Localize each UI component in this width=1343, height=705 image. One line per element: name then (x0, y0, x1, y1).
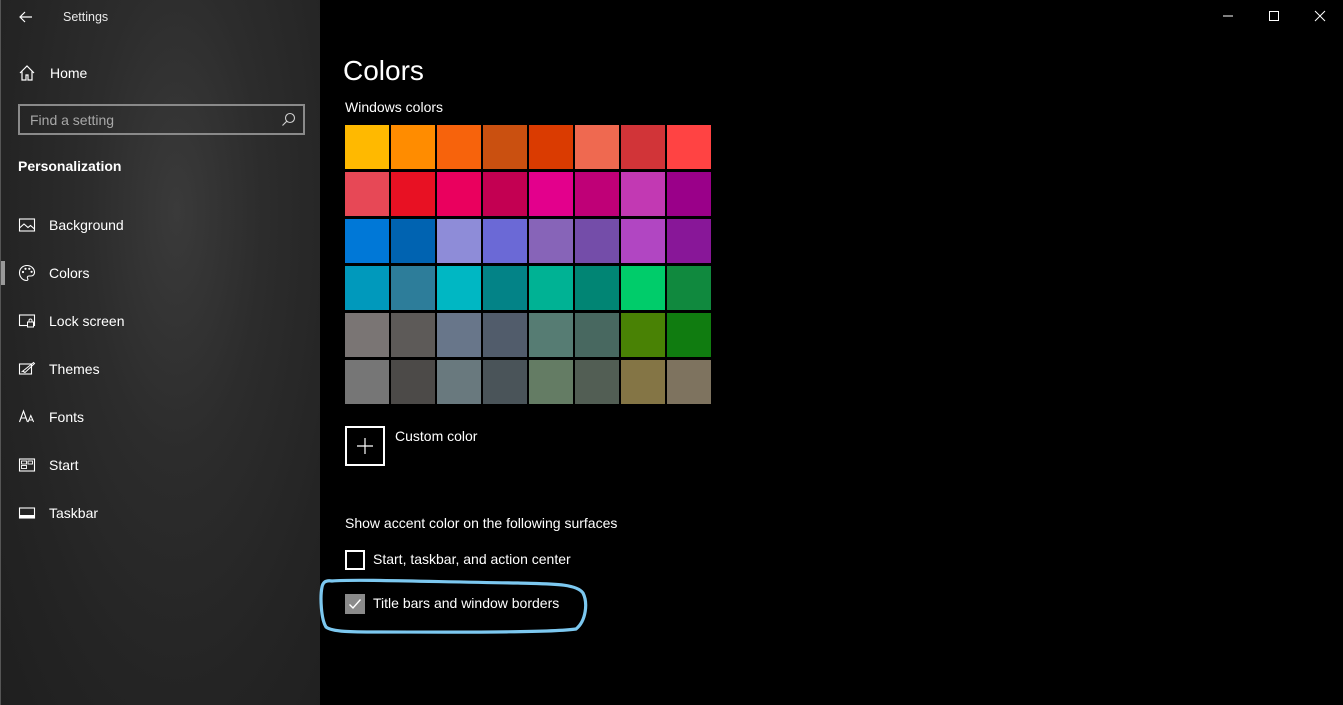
color-swatch[interactable] (667, 313, 711, 357)
sidebar-item-themes[interactable]: Themes (1, 351, 321, 387)
close-button[interactable] (1297, 0, 1343, 32)
custom-color-button[interactable] (345, 426, 385, 466)
sidebar-item-colors[interactable]: Colors (1, 255, 321, 291)
color-swatch[interactable] (483, 172, 527, 216)
color-swatch[interactable] (667, 219, 711, 263)
sidebar-item-start[interactable]: Start (1, 447, 321, 483)
color-swatch[interactable] (621, 172, 665, 216)
color-swatch[interactable] (437, 360, 481, 404)
color-swatch[interactable] (391, 219, 435, 263)
color-swatch[interactable] (391, 172, 435, 216)
palette-icon (18, 264, 36, 282)
maximize-icon (1269, 11, 1279, 21)
color-swatch[interactable] (667, 125, 711, 169)
color-swatch[interactable] (391, 313, 435, 357)
color-swatch[interactable] (575, 125, 619, 169)
start-icon (18, 458, 36, 472)
color-swatch[interactable] (529, 172, 573, 216)
sidebar-item-label: Background (49, 217, 124, 233)
sidebar-item-taskbar[interactable]: Taskbar (1, 495, 321, 531)
window-title: Settings (63, 10, 109, 24)
color-swatch[interactable] (483, 313, 527, 357)
color-swatch[interactable] (529, 266, 573, 310)
themes-icon (18, 361, 36, 375)
home-icon (19, 65, 35, 81)
minimize-icon (1223, 15, 1233, 17)
color-swatch[interactable] (345, 172, 389, 216)
maximize-button[interactable] (1251, 0, 1297, 32)
sidebar-item-label: Taskbar (49, 505, 99, 521)
accent-surfaces-label: Show accent color on the following surfa… (345, 515, 618, 531)
sidebar-item-label: Themes (49, 361, 100, 377)
color-swatch[interactable] (345, 266, 389, 310)
sidebar-item-lock-screen[interactable]: Lock screen (1, 303, 321, 339)
fonts-icon (18, 409, 35, 423)
settings-window: Settings Home Personalization Background (0, 0, 1343, 705)
sidebar-item-background[interactable]: Background (1, 207, 321, 243)
color-swatch[interactable] (575, 219, 619, 263)
color-swatch[interactable] (391, 360, 435, 404)
color-swatch[interactable] (529, 360, 573, 404)
color-swatch[interactable] (483, 360, 527, 404)
color-swatch[interactable] (621, 360, 665, 404)
home-label: Home (50, 65, 88, 81)
minimize-button[interactable] (1205, 0, 1251, 32)
color-swatch[interactable] (575, 360, 619, 404)
color-swatch[interactable] (483, 219, 527, 263)
color-swatch[interactable] (345, 313, 389, 357)
color-swatch[interactable] (621, 313, 665, 357)
color-swatch[interactable] (345, 360, 389, 404)
color-swatch[interactable] (437, 125, 481, 169)
color-swatch[interactable] (529, 125, 573, 169)
color-swatch[interactable] (391, 125, 435, 169)
color-swatch[interactable] (667, 172, 711, 216)
windows-colors-label: Windows colors (345, 99, 444, 115)
back-arrow-icon (19, 11, 32, 23)
search-box[interactable] (18, 104, 305, 135)
color-swatch[interactable] (529, 313, 573, 357)
color-swatch[interactable] (437, 313, 481, 357)
nav-home[interactable]: Home (1, 58, 321, 88)
back-button[interactable] (15, 6, 37, 28)
search-input[interactable] (20, 106, 270, 133)
color-swatch[interactable] (621, 125, 665, 169)
color-swatch[interactable] (621, 219, 665, 263)
color-swatch[interactable] (621, 266, 665, 310)
color-swatch[interactable] (667, 360, 711, 404)
color-swatch[interactable] (437, 172, 481, 216)
sidebar-item-label: Colors (49, 265, 90, 281)
color-swatch[interactable] (345, 219, 389, 263)
selection-indicator (1, 261, 5, 285)
color-swatch[interactable] (391, 266, 435, 310)
search-icon[interactable] (281, 112, 296, 127)
sidebar: Settings Home Personalization Background (0, 0, 320, 705)
color-swatch[interactable] (575, 172, 619, 216)
page-title: Colors (343, 55, 424, 86)
color-swatch[interactable] (345, 125, 389, 169)
image-icon (18, 218, 36, 232)
color-swatch[interactable] (575, 266, 619, 310)
highlight-annotation (319, 578, 588, 634)
lock-screen-icon (18, 314, 36, 328)
color-swatch[interactable] (437, 219, 481, 263)
color-swatch-grid (345, 125, 713, 405)
sidebar-item-label: Lock screen (49, 313, 125, 329)
plus-icon (357, 438, 373, 454)
color-swatch[interactable] (529, 219, 573, 263)
color-swatch[interactable] (437, 266, 481, 310)
start-taskbar-checkbox-label[interactable]: Start, taskbar, and action center (373, 551, 571, 567)
sidebar-item-fonts[interactable]: Fonts (1, 399, 321, 435)
color-swatch[interactable] (483, 125, 527, 169)
color-swatch[interactable] (575, 313, 619, 357)
sidebar-item-label: Fonts (49, 409, 85, 425)
color-swatch[interactable] (667, 266, 711, 310)
close-icon (1314, 10, 1326, 22)
taskbar-icon (18, 507, 36, 519)
color-swatch[interactable] (483, 266, 527, 310)
section-title: Personalization (18, 158, 122, 174)
sidebar-item-label: Start (49, 457, 79, 473)
custom-color-label[interactable]: Custom color (395, 428, 477, 444)
start-taskbar-checkbox[interactable] (345, 550, 365, 570)
